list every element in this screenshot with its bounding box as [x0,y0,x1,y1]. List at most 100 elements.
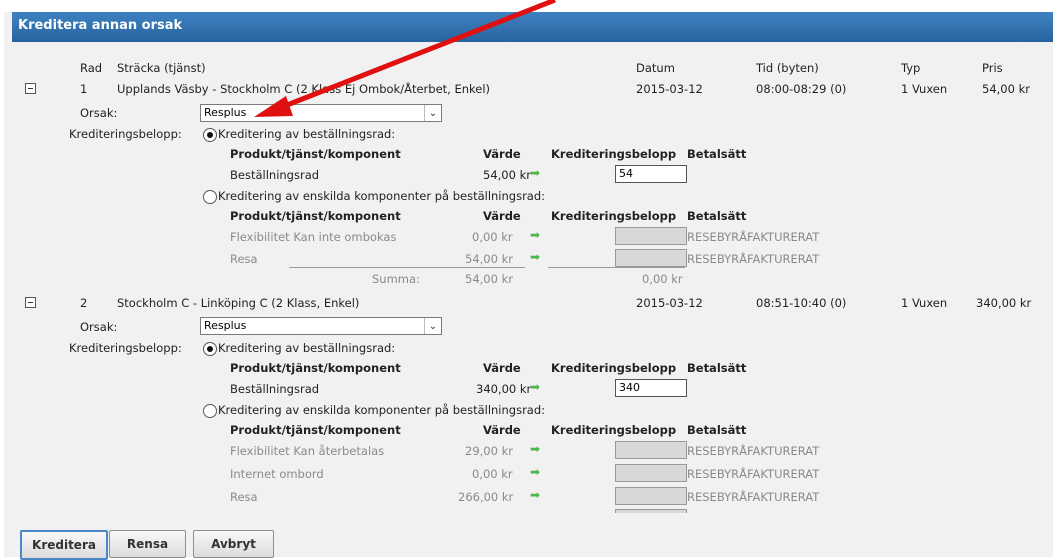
orsak-label: Orsak: [80,106,118,120]
top-spacer [0,0,1053,12]
component-credit-input[interactable] [615,464,687,482]
component-credit-input[interactable] [615,249,687,267]
row-route: Stockholm C - Linköping C (2 Klass, Enke… [117,296,360,310]
component-value: 0,00 kr [472,230,513,244]
component-name: Internet ombord [230,467,324,481]
collapse-minus-icon[interactable] [25,83,36,94]
row-type: 1 Vuxen [901,296,948,310]
col-header-rad: Rad [80,61,103,75]
bestallningsrad-label: Beställningsrad [230,168,320,182]
col-header-stracka: Sträcka (tjänst) [117,61,206,75]
component-value: 0,00 kr [472,467,513,481]
component-value: 29,00 kr [465,444,513,458]
green-right-arrow-icon: ➡ [530,250,541,264]
subheader-produkt: Produkt/tjänst/komponent [230,209,401,223]
component-betalsatt: RESEBYRÅFAKTURERAT [687,490,820,504]
component-name: Flexibilitet Kan återbetalas [230,444,385,458]
radio-credit-row-label: Kreditering av beställningsrad: [218,341,396,355]
row-value: 54,00 kr [483,168,531,182]
component-name: Resa [230,490,258,504]
col-header-tid: Tid (byten) [756,61,819,75]
component-betalsatt: RESEBYRÅFAKTURERAT [687,467,820,481]
subheader-produkt: Produkt/tjänst/komponent [230,147,401,161]
row-number: 1 [80,82,88,96]
component-betalsatt: RESEBYRÅFAKTURERAT [687,252,820,266]
row-type: 1 Vuxen [901,82,948,96]
dialog-title: Kreditera annan orsak [18,18,183,33]
subheader-varde: Värde [483,209,521,223]
subheader-produkt: Produkt/tjänst/komponent [230,361,401,375]
green-right-arrow-icon: ➡ [530,380,541,394]
panel-bottom-edge [16,513,1047,515]
col-header-typ: Typ [901,61,921,75]
orsak-select-value: Resplus [204,319,247,332]
col-header-datum: Datum [636,61,675,75]
summa-value: 54,00 kr [465,272,513,286]
row-credit-input[interactable]: 54 [615,165,687,183]
row-credit-value: 340 [619,381,640,394]
subheader-kredit: Krediteringsbelopp [551,209,677,223]
green-right-arrow-icon: ➡ [530,442,541,456]
subheader-varde: Värde [483,361,521,375]
subheader-kredit: Krediteringsbelopp [551,423,677,437]
col-header-pris: Pris [982,61,1003,75]
green-right-arrow-icon: ➡ [530,488,541,502]
dialog-titlebar: Kreditera annan orsak [12,12,1053,42]
subheader-betalsatt: Betalsätt [687,209,747,223]
radio-credit-components-label: Kreditering av enskilda komponenter på b… [218,403,546,417]
row-date: 2015-03-12 [636,296,703,310]
krediteringsbelopp-label: Krediteringsbelopp: [69,127,182,141]
avbryt-button[interactable]: Avbryt [193,530,274,558]
kreditera-button[interactable]: Kreditera [20,530,108,560]
row-credit-value: 54 [619,167,633,180]
orsak-select[interactable]: Resplus ⌄ [200,317,442,335]
radio-credit-row[interactable] [203,128,217,142]
summa-label: Summa: [372,272,420,286]
row-credit-input[interactable]: 340 [615,379,687,397]
subheader-kredit: Krediteringsbelopp [551,361,677,375]
subheader-betalsatt: Betalsätt [687,361,747,375]
component-name: Flexibilitet Kan inte ombokas [230,230,397,244]
summa-credit: 0,00 kr [642,272,683,286]
component-credit-input[interactable] [615,487,687,505]
component-value: 54,00 kr [465,252,513,266]
chevron-down-icon[interactable]: ⌄ [424,105,441,121]
subheader-produkt: Produkt/tjänst/komponent [230,423,401,437]
row-number: 2 [80,296,88,310]
radio-credit-row[interactable] [203,342,217,356]
orsak-label: Orsak: [80,320,118,334]
radio-credit-components-label: Kreditering av enskilda komponenter på b… [218,189,546,203]
subheader-kredit: Krediteringsbelopp [551,147,677,161]
krediteringsbelopp-label: Krediteringsbelopp: [69,341,182,355]
component-name: Resa [230,252,258,266]
radio-credit-row-label: Kreditering av beställningsrad: [218,127,396,141]
chevron-down-icon[interactable]: ⌄ [424,318,441,334]
row-time: 08:51-10:40 (0) [756,296,847,310]
row-route: Upplands Väsby - Stockholm C (2 Klass Ej… [117,82,491,96]
row-price: 340,00 kr [976,296,1032,310]
component-betalsatt: RESEBYRÅFAKTURERAT [687,444,820,458]
component-value: 266,00 kr [458,490,514,504]
subheader-betalsatt: Betalsätt [687,147,747,161]
radio-credit-components[interactable] [203,190,217,204]
summa-divider [289,267,525,268]
subheader-varde: Värde [483,423,521,437]
component-betalsatt: RESEBYRÅFAKTURERAT [687,230,820,244]
subheader-betalsatt: Betalsätt [687,423,747,437]
green-right-arrow-icon: ➡ [530,465,541,479]
orsak-select-value: Resplus [204,106,247,119]
row-date: 2015-03-12 [636,82,703,96]
radio-credit-components[interactable] [203,404,217,418]
row-time: 08:00-08:29 (0) [756,82,847,96]
summa-divider [548,267,685,268]
orsak-select[interactable]: Resplus ⌄ [200,104,442,122]
collapse-minus-icon[interactable] [25,297,36,308]
green-right-arrow-icon: ➡ [530,166,541,180]
row-value: 340,00 kr [476,382,532,396]
row-price: 54,00 kr [982,82,1030,96]
bestallningsrad-label: Beställningsrad [230,382,320,396]
component-credit-input[interactable] [615,441,687,459]
subheader-varde: Värde [483,147,521,161]
component-credit-input[interactable] [615,227,687,245]
rensa-button[interactable]: Rensa [109,530,186,558]
